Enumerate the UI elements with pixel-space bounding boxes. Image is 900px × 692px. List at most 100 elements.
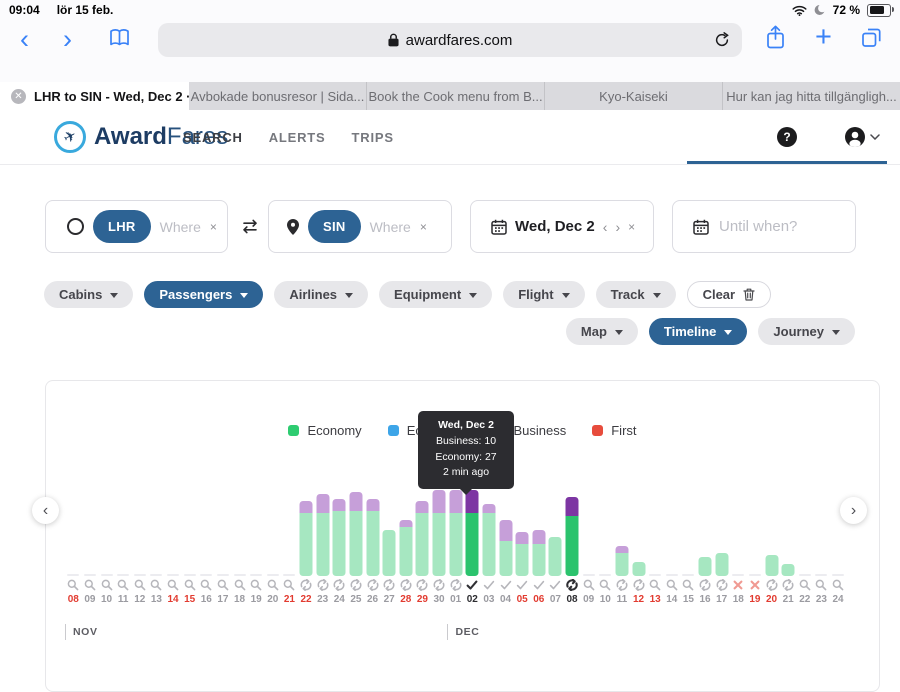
availability-bar[interactable] [549, 537, 562, 576]
search-status-icon[interactable] [101, 579, 113, 592]
availability-bar[interactable] [349, 492, 362, 576]
refresh-status-icon[interactable] [333, 579, 345, 592]
chart-day-slot[interactable]: 08 [65, 464, 82, 606]
search-status-icon[interactable] [799, 579, 811, 592]
availability-bar[interactable] [699, 557, 712, 576]
availability-bar[interactable] [782, 564, 795, 576]
filter-track[interactable]: Track [596, 281, 676, 308]
chart-day-slot[interactable]: 21 [281, 464, 298, 606]
search-status-icon[interactable] [184, 579, 196, 592]
availability-bar[interactable] [482, 504, 495, 576]
chart-day-slot[interactable]: 22 [298, 464, 315, 606]
chart-day-slot[interactable]: 27 [381, 464, 398, 606]
chart-day-slot[interactable]: 24 [331, 464, 348, 606]
filter-passengers[interactable]: Passengers [144, 281, 263, 308]
chart-day-slot[interactable]: 09 [580, 464, 597, 606]
search-status-icon[interactable] [150, 579, 162, 592]
search-status-icon[interactable] [666, 579, 678, 592]
chart-day-slot[interactable]: 10 [98, 464, 115, 606]
address-bar[interactable]: awardfares.com [158, 23, 742, 57]
refresh-status-icon[interactable] [716, 579, 728, 592]
nav-trips[interactable]: TRIPS [352, 130, 394, 145]
search-status-icon[interactable] [234, 579, 246, 592]
tab-5[interactable]: Hur kan jag hitta tillgängligh... [723, 82, 900, 110]
tab-2[interactable]: Avbokade bonusresor | Sida... [189, 82, 367, 110]
refresh-status-icon[interactable] [383, 579, 395, 592]
chart-day-slot[interactable]: 16 [198, 464, 215, 606]
chart-day-slot[interactable]: 24 [830, 464, 847, 606]
filter-airlines[interactable]: Airlines [274, 281, 368, 308]
date-prev-icon[interactable]: ‹ [603, 219, 608, 235]
destination-field[interactable]: SIN Where × [268, 200, 452, 253]
chart-day-slot[interactable]: 09 [82, 464, 99, 606]
cross-status-icon[interactable] [749, 579, 761, 592]
check-status-icon[interactable] [483, 579, 495, 592]
tab-3[interactable]: Book the Cook menu from B... [367, 82, 545, 110]
tab-active[interactable]: ✕ LHR to SIN - Wed, Dec 2 ·... [0, 82, 189, 110]
view-journey[interactable]: Journey [758, 318, 855, 345]
availability-bar[interactable] [316, 494, 329, 576]
check-status-icon[interactable] [533, 579, 545, 592]
chart-day-slot[interactable]: 21 [780, 464, 797, 606]
chart-day-slot[interactable]: 05 [514, 464, 531, 606]
search-status-icon[interactable] [250, 579, 262, 592]
refresh-status-icon[interactable] [300, 579, 312, 592]
chart-day-slot[interactable]: 11 [115, 464, 132, 606]
chart-day-slot[interactable]: 16 [697, 464, 714, 606]
chart-day-slot[interactable]: 06 [531, 464, 548, 606]
refresh-status-icon[interactable] [699, 579, 711, 592]
date-next-icon[interactable]: › [615, 219, 620, 235]
availability-bar[interactable] [433, 490, 446, 576]
forward-icon[interactable]: › [63, 26, 72, 53]
reload-icon[interactable] [714, 32, 730, 48]
cross-status-icon[interactable] [732, 579, 744, 592]
availability-bar[interactable] [399, 520, 412, 576]
availability-bar[interactable] [300, 501, 313, 576]
availability-bar[interactable] [566, 497, 579, 576]
refresh-status-icon[interactable] [367, 579, 379, 592]
chart-day-slot[interactable]: 19 [248, 464, 265, 606]
chart-day-slot[interactable]: 14 [664, 464, 681, 606]
date-clear-icon[interactable]: × [628, 220, 635, 234]
help-icon[interactable]: ? [777, 127, 797, 147]
tab-4[interactable]: Kyo-Kaiseki [545, 82, 723, 110]
search-status-icon[interactable] [832, 579, 844, 592]
availability-bar[interactable] [715, 553, 728, 576]
chart-day-slot[interactable]: 23 [314, 464, 331, 606]
availability-bar[interactable] [765, 555, 778, 576]
tabs-overview-icon[interactable] [860, 26, 883, 49]
refresh-status-icon[interactable] [766, 579, 778, 592]
origin-field[interactable]: LHR Where × [45, 200, 228, 253]
until-field[interactable]: Until when? [672, 200, 856, 253]
new-tab-icon[interactable]: + [815, 20, 832, 54]
search-status-icon[interactable] [599, 579, 611, 592]
search-status-icon[interactable] [217, 579, 229, 592]
legend-item[interactable]: First [592, 423, 636, 438]
filter-equipment[interactable]: Equipment [379, 281, 492, 308]
back-icon[interactable]: ‹ [20, 26, 29, 53]
search-status-icon[interactable] [167, 579, 179, 592]
origin-code-pill[interactable]: LHR [93, 210, 151, 243]
clear-filters-button[interactable]: Clear [687, 281, 772, 308]
nav-search[interactable]: SEARCH [183, 130, 243, 145]
chart-day-slot[interactable]: 11 [614, 464, 631, 606]
chart-day-slot[interactable]: 15 [181, 464, 198, 606]
refresh-status-icon[interactable] [400, 579, 412, 592]
availability-bar[interactable] [632, 562, 645, 576]
legend-item[interactable]: Economy [288, 423, 361, 438]
filter-cabins[interactable]: Cabins [44, 281, 133, 308]
availability-bar[interactable] [499, 520, 512, 576]
search-status-icon[interactable] [200, 579, 212, 592]
chart-day-slot[interactable]: 14 [165, 464, 182, 606]
search-status-icon[interactable] [134, 579, 146, 592]
availability-bar[interactable] [516, 532, 529, 576]
search-status-icon[interactable] [649, 579, 661, 592]
date-field[interactable]: Wed, Dec 2 ‹ › × [470, 200, 654, 253]
origin-clear-icon[interactable]: × [210, 220, 217, 234]
refresh-status-icon[interactable] [566, 579, 578, 592]
view-timeline[interactable]: Timeline [649, 318, 748, 345]
chart-day-slot[interactable]: 15 [680, 464, 697, 606]
chart-day-slot[interactable]: 12 [132, 464, 149, 606]
search-status-icon[interactable] [815, 579, 827, 592]
chart-day-slot[interactable]: 12 [630, 464, 647, 606]
